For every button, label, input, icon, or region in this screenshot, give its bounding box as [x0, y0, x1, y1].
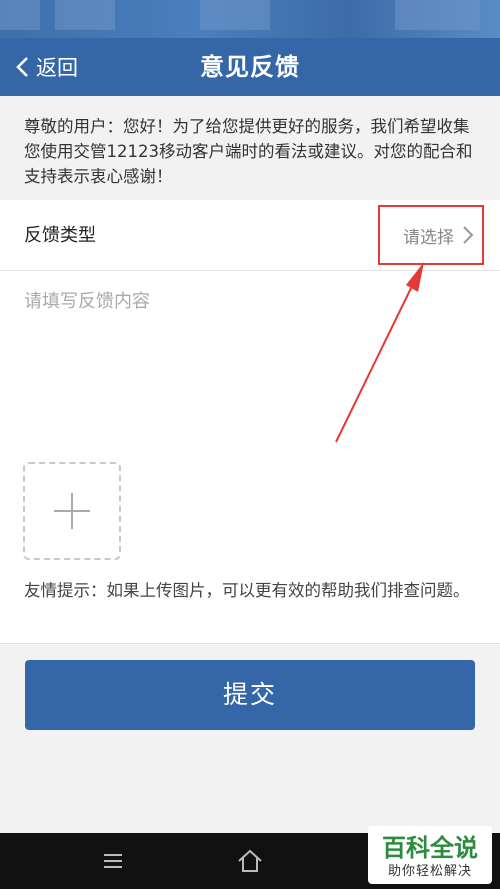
- home-icon[interactable]: [232, 843, 268, 879]
- add-photo-button[interactable]: [23, 462, 121, 560]
- chevron-right-icon: [463, 226, 474, 244]
- feedback-content-panel: 友情提示：如果上传图片，可以更有效的帮助我们排查问题。: [0, 271, 500, 644]
- status-bar: [0, 0, 500, 38]
- feedback-type-label: 反馈类型: [24, 225, 96, 246]
- feedback-type-select[interactable]: 请选择: [378, 205, 484, 265]
- status-blur: [200, 0, 270, 30]
- status-blur: [395, 0, 480, 30]
- watermark-logo: 百科全说 助你轻松解决: [368, 826, 492, 884]
- plus-icon: [54, 493, 90, 529]
- nav-bar: 返回 意见反馈: [0, 38, 500, 96]
- status-blur: [55, 0, 115, 30]
- feedback-content-input[interactable]: [22, 285, 482, 439]
- status-blur: [0, 0, 40, 30]
- feedback-type-value: 请选择: [403, 227, 454, 248]
- feedback-type-row[interactable]: 反馈类型 请选择: [0, 200, 500, 271]
- watermark-subtitle: 助你轻松解决: [387, 864, 472, 879]
- notice-text: 尊敬的用户：您好！为了给您提供更好的服务，我们希望收集您使用交管12123移动客…: [24, 117, 473, 186]
- submit-button[interactable]: 提交: [25, 660, 475, 730]
- menu-icon[interactable]: [95, 843, 131, 879]
- upload-tip: 友情提示：如果上传图片，可以更有效的帮助我们排查问题。: [24, 581, 470, 600]
- notice-panel: 尊敬的用户：您好！为了给您提供更好的服务，我们希望收集您使用交管12123移动客…: [0, 96, 500, 200]
- watermark-title: 百科全说: [382, 834, 478, 862]
- page-title: 意见反馈: [200, 53, 300, 81]
